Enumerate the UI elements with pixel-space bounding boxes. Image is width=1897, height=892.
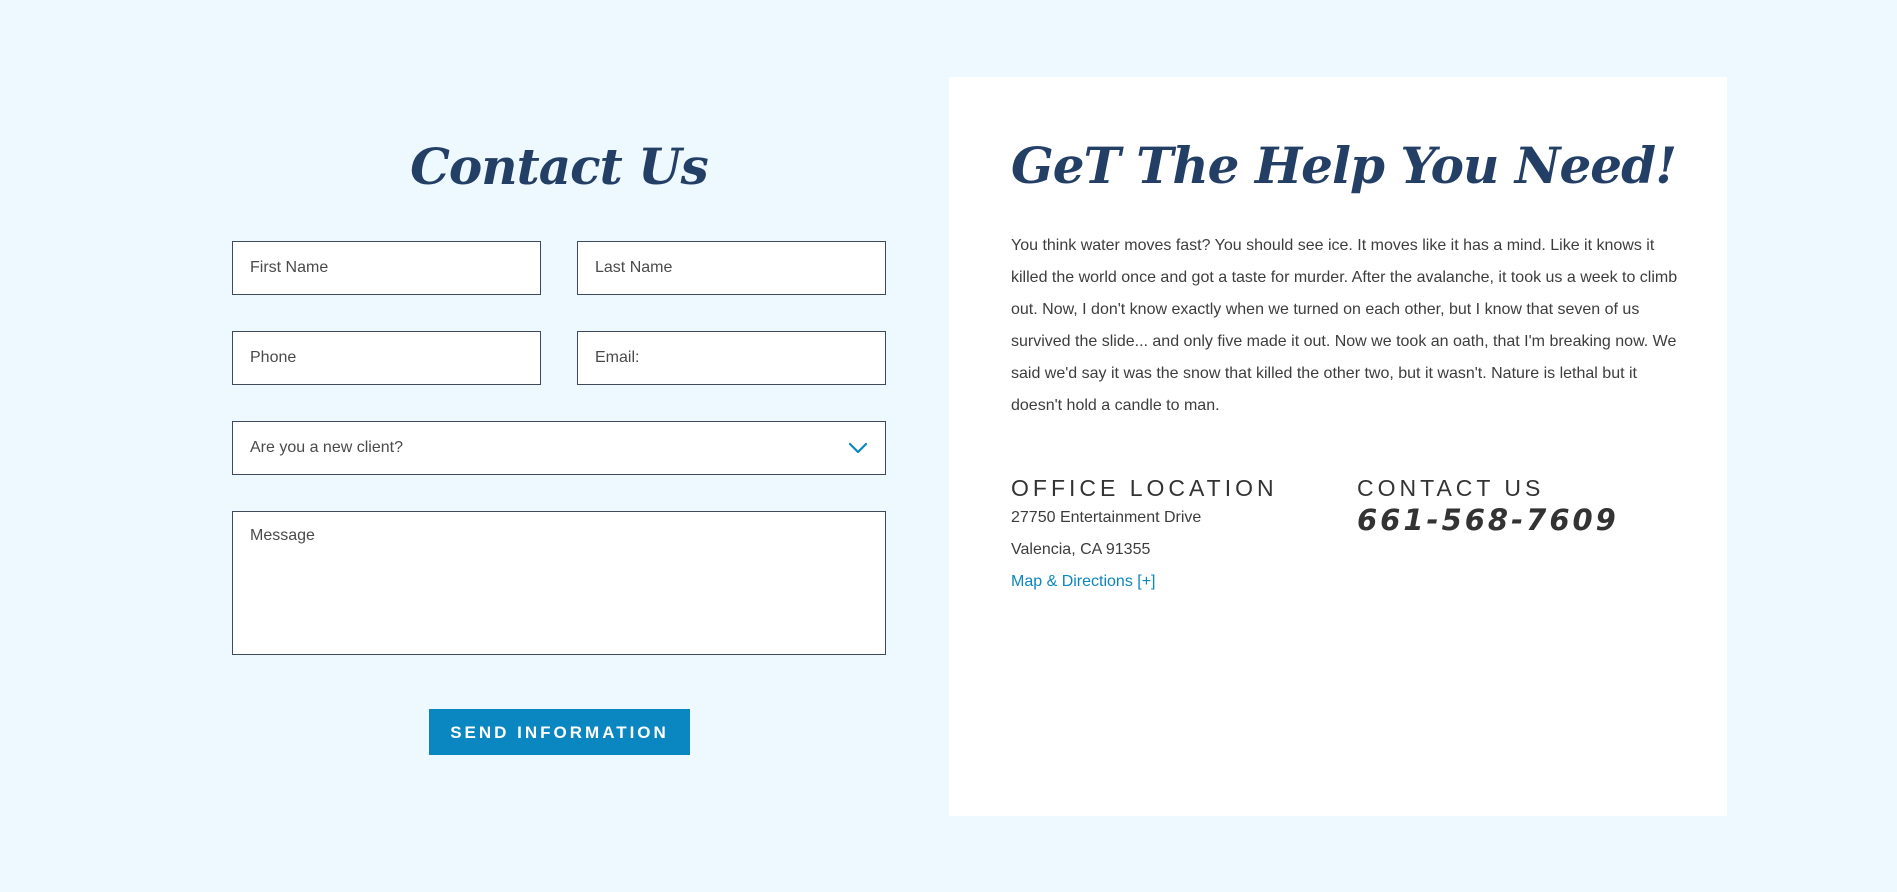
new-client-select-value: Are you a new client? xyxy=(250,439,403,456)
info-title: GeT The Help You Need! xyxy=(1011,136,1677,195)
map-directions-link[interactable]: Map & Directions [+] xyxy=(1011,566,1156,598)
last-name-field[interactable]: Last Name xyxy=(577,241,886,295)
contact-form: Contact Us First Name Last Name Phone Em… xyxy=(232,130,886,755)
office-location: OFFICE LOCATION 27750 Entertainment Driv… xyxy=(1011,474,1341,598)
phone-number-link[interactable]: 661-568-7609 xyxy=(1357,502,1619,538)
email-field[interactable]: Email: xyxy=(577,331,886,385)
phone-field[interactable]: Phone xyxy=(232,331,541,385)
chevron-down-icon[interactable] xyxy=(848,441,868,455)
message-placeholder: Message xyxy=(250,527,315,544)
message-field[interactable]: Message xyxy=(232,511,886,655)
last-name-placeholder: Last Name xyxy=(595,259,673,276)
form-title: Contact Us xyxy=(410,137,709,196)
new-client-select[interactable]: Are you a new client? xyxy=(232,421,886,475)
address-line-2: Valencia, CA 91355 xyxy=(1011,541,1151,558)
send-information-button[interactable]: SEND INFORMATION xyxy=(429,709,690,755)
contact-us-block: CONTACT US 661-568-7609 xyxy=(1357,474,1697,538)
email-placeholder: Email: xyxy=(595,349,640,366)
first-name-placeholder: First Name xyxy=(250,259,329,276)
contact-us-heading: CONTACT US xyxy=(1357,475,1545,501)
first-name-field[interactable]: First Name xyxy=(232,241,541,295)
phone-placeholder: Phone xyxy=(250,349,297,366)
info-card: GeT The Help You Need! You think water m… xyxy=(949,77,1727,816)
address-line-1: 27750 Entertainment Drive xyxy=(1011,509,1202,526)
office-location-heading: OFFICE LOCATION xyxy=(1011,475,1278,501)
info-body-text: You think water moves fast? You should s… xyxy=(1011,237,1678,414)
